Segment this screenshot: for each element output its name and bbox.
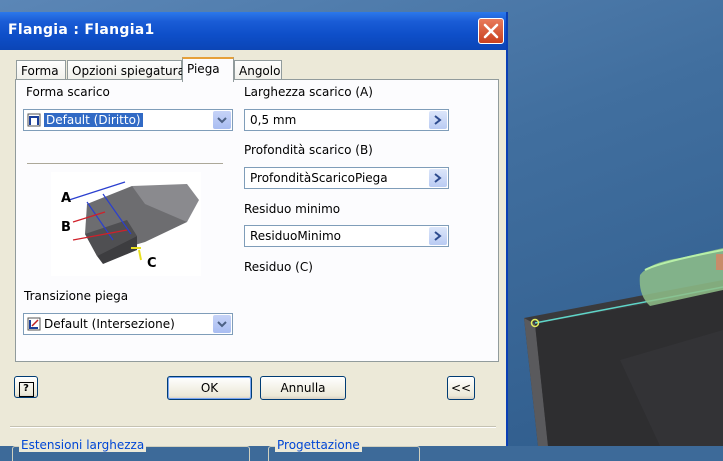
- ok-button[interactable]: OK: [167, 376, 252, 400]
- forma-scarico-label: Forma scarico: [26, 85, 110, 99]
- chevron-right-icon: [434, 173, 442, 183]
- transition-icon: [27, 317, 41, 331]
- residuo-minimo-arrow-button[interactable]: [429, 227, 447, 245]
- forma-scarico-value: Default (Diritto): [44, 113, 143, 127]
- title-bar[interactable]: Flangia : Flangia1: [0, 12, 506, 50]
- flangia-dialog: Flangia : Flangia1 Forma Opzioni spiegat…: [0, 12, 508, 461]
- tab-opzioni-spiegatura[interactable]: Opzioni spiegatura: [67, 60, 185, 80]
- larghezza-scarico-value: 0,5 mm: [250, 113, 297, 127]
- forma-scarico-combo[interactable]: Default (Diritto): [23, 109, 233, 131]
- divider: [10, 426, 496, 428]
- close-icon: [483, 23, 499, 39]
- tab-piega[interactable]: Piega: [182, 57, 234, 82]
- profondita-scarico-field[interactable]: ProfonditàScaricoPiega: [244, 167, 449, 189]
- transizione-piega-combo[interactable]: Default (Intersezione): [23, 313, 233, 335]
- profondita-scarico-label: Profondità scarico (B): [244, 143, 373, 157]
- transizione-piega-dropdown-button[interactable]: [213, 315, 231, 333]
- estensioni-larghezza-label: Estensioni larghezza: [19, 438, 147, 452]
- residuo-minimo-value: ResiduoMinimo: [250, 229, 341, 243]
- preview-letter-c: C: [147, 256, 157, 271]
- relief-diagram-image: A B C: [51, 172, 201, 276]
- larghezza-scarico-arrow-button[interactable]: [429, 111, 447, 129]
- close-button[interactable]: [478, 18, 504, 44]
- cancel-button[interactable]: Annulla: [260, 376, 346, 400]
- help-icon: ?: [18, 382, 34, 397]
- chevron-down-icon: [217, 321, 227, 328]
- residuo-minimo-label: Residuo minimo: [244, 202, 341, 216]
- estensioni-larghezza-group: Estensioni larghezza: [12, 438, 250, 461]
- chevron-right-icon: [434, 231, 442, 241]
- collapse-button[interactable]: <<: [447, 376, 475, 400]
- tab-forma[interactable]: Forma: [16, 60, 66, 80]
- dialog-title: Flangia : Flangia1: [8, 22, 155, 38]
- residuo-minimo-field[interactable]: ResiduoMinimo: [244, 225, 449, 247]
- relief-shape-icon: [27, 113, 41, 127]
- help-button[interactable]: ?: [14, 376, 38, 398]
- transizione-piega-label: Transizione piega: [24, 289, 129, 303]
- preview-letter-b: B: [61, 220, 71, 235]
- profondita-scarico-value: ProfonditàScaricoPiega: [250, 171, 388, 185]
- relief-preview: A B C: [27, 163, 223, 284]
- tab-angolo[interactable]: Angolo: [234, 60, 282, 80]
- larghezza-scarico-field[interactable]: 0,5 mm: [244, 109, 449, 131]
- chevron-down-icon: [217, 117, 227, 124]
- preview-letter-a: A: [61, 191, 71, 206]
- forma-scarico-dropdown-button[interactable]: [213, 111, 231, 129]
- profondita-scarico-arrow-button[interactable]: [429, 169, 447, 187]
- larghezza-scarico-label: Larghezza scarico (A): [244, 85, 373, 99]
- residuo-c-label: Residuo (C): [244, 260, 313, 274]
- progettazione-group: Progettazione: [268, 438, 420, 461]
- progettazione-label: Progettazione: [275, 438, 362, 452]
- chevron-right-icon: [434, 115, 442, 125]
- transizione-piega-value: Default (Intersezione): [44, 317, 175, 331]
